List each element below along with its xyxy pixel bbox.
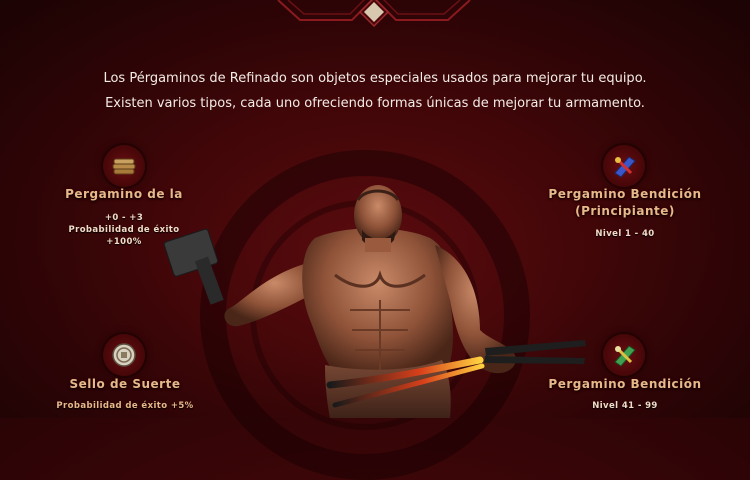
intro-text: Los Pérgaminos de Refinado son objetos e…: [0, 66, 750, 116]
item-title-line-2: (Principiante): [575, 204, 675, 218]
item-detail-chance: Probabilidad de éxito +5%: [56, 401, 194, 411]
luck-seal-icon: [103, 334, 145, 376]
intro-line-2: Existen varios tipos, cada uno ofreciend…: [105, 96, 645, 111]
item-detail-label: Probabilidad de éxito: [68, 225, 180, 235]
blessing-scroll-icon: [603, 145, 645, 187]
intro-line-1: Los Pérgaminos de Refinado son objetos e…: [103, 71, 647, 86]
item-pergamino-bendicion: Pergamino Bendición Nivel 41 - 99: [545, 376, 705, 412]
blessing-scroll-green-icon: [603, 334, 645, 376]
item-sello-de-suerte: Sello de Suerte Probabilidad de éxito +5…: [30, 376, 220, 412]
item-pergamino-bendicion-principiante: Pergamino Bendición (Principiante) Nivel…: [540, 186, 710, 240]
scroll-stack-icon: [103, 145, 145, 187]
item-pergamino: Pergamino de la +0 - +3 Probabilidad de …: [44, 186, 204, 248]
item-title: Sello de Suerte: [69, 377, 181, 391]
item-detail-value: +100%: [106, 237, 142, 247]
item-title-line-1: Pergamino Bendición: [548, 187, 702, 201]
item-detail-range: +0 - +3: [104, 213, 144, 223]
item-detail-level: Nivel 1 - 40: [595, 229, 655, 239]
item-detail-level: Nivel 41 - 99: [592, 401, 658, 411]
item-title: Pergamino Bendición: [548, 377, 702, 391]
item-title: Pergamino de la: [65, 187, 183, 201]
top-ornament: [277, 0, 471, 28]
